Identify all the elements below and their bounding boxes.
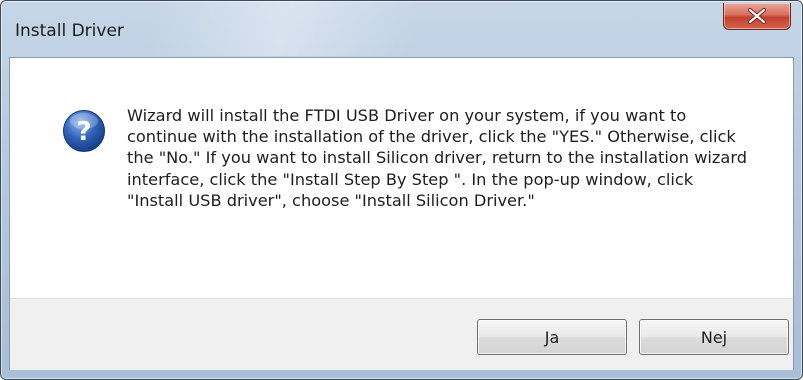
svg-text:?: ? (76, 117, 91, 147)
no-button[interactable]: Nej (639, 319, 789, 355)
dialog-message: Wizard will install the FTDI USB Driver … (127, 106, 747, 210)
close-x-icon (748, 8, 766, 24)
title-bar-glass (151, 1, 531, 56)
window-title: Install Driver (15, 21, 124, 41)
question-icon: ? (63, 110, 105, 152)
dialog-content: ? Wizard will install the FTDI USB Drive… (9, 57, 794, 370)
dialog-window: Install Driver ? Wizard will install the… (0, 0, 803, 380)
close-button[interactable] (723, 3, 791, 30)
yes-button[interactable]: Ja (477, 319, 627, 355)
button-bar: Ja Nej (10, 298, 793, 370)
